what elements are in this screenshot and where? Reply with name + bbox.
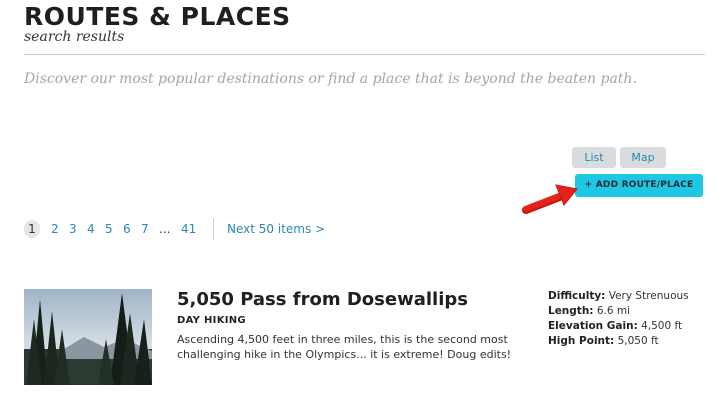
page-current: 1	[24, 220, 40, 238]
add-route-place-button[interactable]: + ADD ROUTE/PLACE	[575, 174, 703, 197]
spec-difficulty: Difficulty: Very Strenuous	[548, 289, 689, 304]
spec-elevation-gain: Elevation Gain: 4,500 ft	[548, 319, 689, 334]
list-view-button[interactable]: List	[572, 147, 616, 168]
result-title[interactable]: 5,050 Pass from Dosewallips	[177, 288, 468, 312]
spec-label: High Point:	[548, 335, 615, 347]
page-link[interactable]: 3	[69, 218, 77, 240]
pagination-ellipsis: ...	[159, 222, 171, 236]
next-page-link[interactable]: Next 50 items >	[227, 218, 325, 240]
map-view-button[interactable]: Map	[620, 147, 666, 168]
result-category: DAY HIKING	[177, 315, 246, 326]
spec-value: 4,500 ft	[641, 320, 683, 332]
spec-label: Elevation Gain:	[548, 320, 638, 332]
page-link[interactable]: 2	[51, 218, 59, 240]
page-link-last[interactable]: 41	[181, 218, 196, 240]
page-link[interactable]: 6	[123, 218, 131, 240]
spec-high-point: High Point: 5,050 ft	[548, 334, 689, 349]
spec-value: 5,050 ft	[617, 335, 659, 347]
spec-label: Length:	[548, 305, 594, 317]
result-thumbnail[interactable]	[24, 289, 152, 385]
spec-length: Length: 6.6 mi	[548, 304, 689, 319]
result-specs: Difficulty: Very Strenuous Length: 6.6 m…	[548, 289, 689, 349]
result-description: Ascending 4,500 feet in three miles, thi…	[177, 333, 512, 361]
pagination-divider	[213, 218, 214, 240]
forest-photo-icon	[24, 289, 152, 385]
spec-value: Very Strenuous	[608, 290, 689, 302]
page-title: ROUTES & PLACES	[24, 2, 291, 31]
page-link[interactable]: 7	[141, 218, 149, 240]
title-divider	[24, 54, 705, 55]
page-link[interactable]: 4	[87, 218, 95, 240]
spec-label: Difficulty:	[548, 290, 606, 302]
spec-value: 6.6 mi	[596, 305, 631, 317]
intro-text: Discover our most popular destinations o…	[24, 71, 637, 87]
red-arrow-icon	[522, 184, 578, 214]
page-link[interactable]: 5	[105, 218, 113, 240]
page-subtitle: search results	[24, 29, 125, 45]
